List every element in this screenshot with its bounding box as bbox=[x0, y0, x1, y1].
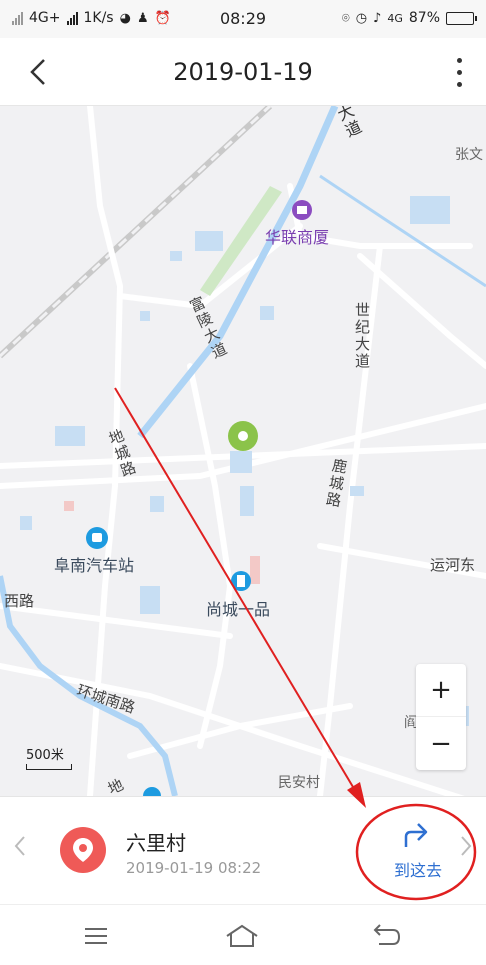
nav-menu-button[interactable] bbox=[76, 919, 116, 953]
status-right: ⌾ ◷ ♪ 4G 87% bbox=[341, 10, 477, 26]
more-options-button[interactable] bbox=[452, 54, 466, 90]
chevron-right-icon bbox=[461, 836, 472, 856]
home-icon bbox=[226, 924, 258, 947]
map-label-xilu: 西路 bbox=[4, 592, 35, 610]
map-label-min-an: 民安村 bbox=[278, 775, 320, 791]
location-timestamp: 2019-01-19 08:22 bbox=[126, 859, 262, 877]
scale-line bbox=[26, 764, 72, 770]
map-label-funan-station: 阜南汽车站 bbox=[54, 556, 135, 575]
location-pin-icon bbox=[60, 827, 106, 873]
scale-bar: 500米 bbox=[26, 744, 72, 770]
map-label-zhangwen: 张文 bbox=[455, 147, 483, 163]
app-bar: 2019-01-19 bbox=[0, 38, 486, 106]
scale-label: 500米 bbox=[26, 748, 64, 763]
map-label-shiji: 世纪大道 bbox=[353, 302, 371, 370]
mute-icon: ♪ bbox=[373, 10, 382, 26]
previous-location-button[interactable] bbox=[14, 835, 26, 863]
return-icon bbox=[373, 924, 401, 945]
system-nav-bar bbox=[0, 904, 486, 965]
chevron-left-icon bbox=[14, 836, 25, 856]
location-icon: ⌾ bbox=[341, 10, 350, 26]
battery-percent: 87% bbox=[408, 10, 440, 26]
map-label-yunhe: 运河东 bbox=[430, 556, 476, 574]
battery-icon bbox=[446, 11, 477, 25]
nav-back-button[interactable] bbox=[366, 919, 406, 953]
alarm-clock-icon: ◷ bbox=[355, 10, 368, 26]
zoom-in-button[interactable]: + bbox=[416, 664, 466, 717]
directions-icon bbox=[404, 823, 428, 847]
next-location-button[interactable] bbox=[460, 835, 472, 863]
zoom-out-button[interactable]: − bbox=[416, 717, 466, 770]
network-4g: 4G bbox=[387, 11, 403, 25]
menu-icon bbox=[85, 928, 107, 944]
location-name: 六里村 bbox=[126, 831, 186, 855]
navigate-here-button[interactable]: 到这去 bbox=[378, 819, 458, 889]
location-card[interactable]: 六里村 2019-01-19 08:22 到这去 bbox=[0, 796, 486, 904]
nav-home-button[interactable] bbox=[222, 919, 262, 953]
map-canvas bbox=[0, 106, 486, 796]
map-label-hualian: 华联商厦 bbox=[265, 228, 330, 247]
map-view[interactable]: 大道 张文 华联商厦 富陵大道 世纪大道 地城路 鹿城路 阜南汽车站 运河东 西… bbox=[0, 106, 486, 796]
map-label-shangcheng: 尚城一品 bbox=[206, 600, 271, 619]
page-title: 2019-01-19 bbox=[173, 58, 313, 86]
navigate-here-label: 到这去 bbox=[393, 861, 442, 880]
status-bar: 4G+ 1K/s ◕ ♟ ⏰ 08:29 ⌾ ◷ ♪ 4G 87% bbox=[0, 0, 486, 38]
zoom-control: + − bbox=[416, 664, 466, 770]
